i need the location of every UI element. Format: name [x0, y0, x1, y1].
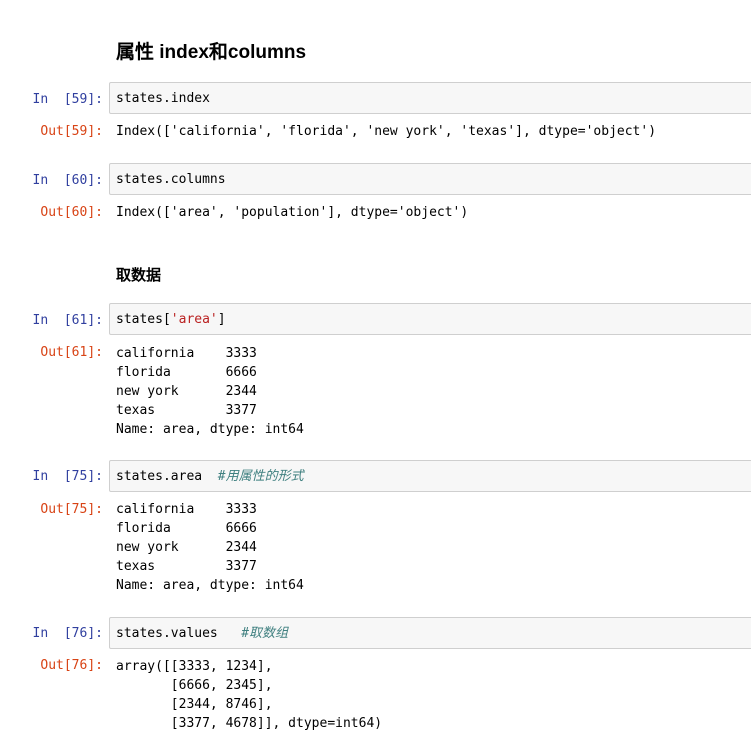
out-prompt-75: Out[75]:: [40, 502, 103, 517]
in-prompt-61: In [61]:: [32, 313, 103, 328]
out-prompt-76: Out[76]:: [40, 658, 103, 673]
code-prefix: states[: [116, 312, 171, 327]
code-expression: states.values: [116, 626, 242, 641]
code-cell-input-75[interactable]: states.area #用属性的形式: [109, 460, 751, 492]
code-text: states.columns: [116, 172, 226, 187]
out-prompt-60: Out[60]:: [40, 205, 103, 220]
code-cell-input-76[interactable]: states.values #取数组: [109, 617, 751, 649]
code-comment: #取数组: [241, 626, 289, 641]
code-comment: #用属性的形式: [217, 469, 304, 484]
code-cell-input-61[interactable]: states['area']: [109, 303, 751, 335]
markdown-heading-get-data: 取数据: [116, 267, 162, 284]
code-text: states.values #取数组: [116, 625, 288, 642]
cell-output-61: california 3333 florida 6666 new york 23…: [116, 346, 304, 437]
code-expression: states.area: [116, 469, 218, 484]
in-prompt-60: In [60]:: [32, 173, 103, 188]
markdown-heading-attributes: 属性 index和columns: [116, 42, 307, 63]
in-prompt-75: In [75]:: [32, 469, 103, 484]
cell-output-59: Index(['california', 'florida', 'new yor…: [116, 124, 657, 139]
in-prompt-76: In [76]:: [32, 626, 103, 641]
out-prompt-59: Out[59]:: [40, 124, 103, 139]
code-text: states['area']: [116, 311, 226, 328]
code-text: states.index: [116, 91, 210, 106]
in-prompt-59: In [59]:: [32, 92, 103, 107]
code-string-literal: 'area': [170, 312, 218, 327]
cell-output-76: array([[3333, 1234], [6666, 2345], [2344…: [116, 659, 383, 731]
code-text: states.area #用属性的形式: [116, 468, 304, 485]
cell-output-60: Index(['area', 'population'], dtype='obj…: [116, 205, 469, 220]
out-prompt-61: Out[61]:: [40, 345, 103, 360]
code-suffix: ]: [217, 312, 226, 327]
code-cell-input-59[interactable]: states.index: [109, 82, 751, 114]
code-cell-input-60[interactable]: states.columns: [109, 163, 751, 195]
cell-output-75: california 3333 florida 6666 new york 23…: [116, 502, 304, 593]
